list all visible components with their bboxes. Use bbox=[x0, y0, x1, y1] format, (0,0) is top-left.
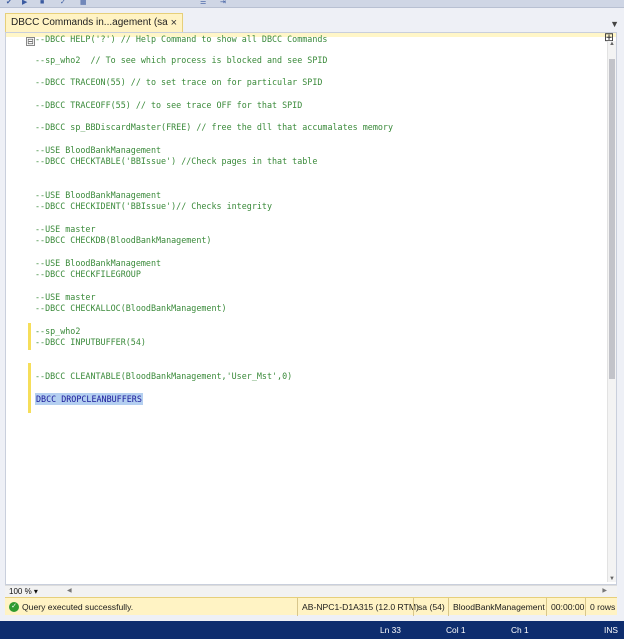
results-grid-icon[interactable]: ▦ bbox=[80, 0, 87, 6]
indent-icon[interactable]: ⇥ bbox=[220, 0, 226, 6]
change-marker bbox=[28, 323, 31, 350]
code-line[interactable]: --DBCC CLEANTABLE(BloodBankManagement,'U… bbox=[35, 370, 292, 382]
code-line[interactable]: --DBCC HELP('?') // Help Command to show… bbox=[35, 33, 327, 45]
code-line[interactable]: --DBCC CHECKFILEGROUP bbox=[35, 268, 141, 280]
execute-icon[interactable]: ▶ bbox=[22, 0, 27, 6]
code-line[interactable]: --DBCC CHECKALLOC(BloodBankManagement) bbox=[35, 302, 227, 314]
status-rows: 0 rows bbox=[585, 598, 615, 616]
status-database: BloodBankManagement bbox=[448, 598, 545, 616]
status-user: sa (54) bbox=[413, 598, 445, 616]
code-line[interactable]: --DBCC TRACEOFF(55) // to see trace OFF … bbox=[35, 99, 302, 111]
line-indicator: Ln 33 bbox=[380, 625, 401, 635]
chevron-down-icon[interactable]: ▼ bbox=[610, 19, 619, 29]
zoom-row: 100 % ▾ ◀ ▶ bbox=[5, 585, 617, 597]
code-line[interactable]: --DBCC sp_BBDiscardMaster(FREE) // free … bbox=[35, 121, 393, 133]
close-icon[interactable]: × bbox=[171, 14, 177, 32]
query-status-bar: ✓ Query executed successfully. AB-NPC1-D… bbox=[5, 597, 617, 616]
check-icon[interactable]: ✔ bbox=[6, 0, 12, 6]
selected-code-line[interactable]: DBCC DROPCLEANBUFFERS bbox=[35, 393, 143, 405]
stop-icon[interactable]: ■ bbox=[40, 0, 44, 6]
insert-mode-indicator: INS bbox=[604, 625, 618, 635]
code-line[interactable]: --sp_who2 // To see which process is blo… bbox=[35, 54, 327, 66]
code-line[interactable]: --DBCC TRACEON(55) // to set trace on fo… bbox=[35, 76, 322, 88]
toolbar-strip: ✔ ▶ ■ ✓ ▦ ☰ ⇥ bbox=[0, 0, 624, 8]
column-indicator: Col 1 bbox=[446, 625, 466, 635]
horizontal-scrollbar[interactable]: ◀ ▶ bbox=[67, 588, 607, 596]
char-indicator: Ch 1 bbox=[511, 625, 529, 635]
code-line[interactable]: --DBCC CHECKIDENT('BBIssue')// Checks in… bbox=[35, 200, 272, 212]
code-line[interactable]: --DBCC CHECKDB(BloodBankManagement) bbox=[35, 234, 211, 246]
status-server: AB-NPC1-D1A315 (12.0 RTM) bbox=[297, 598, 419, 616]
vertical-scrollbar[interactable]: ▲ ▼ bbox=[607, 41, 616, 582]
code-line[interactable]: --DBCC INPUTBUFFER(54) bbox=[35, 336, 146, 348]
success-check-icon: ✓ bbox=[9, 602, 19, 612]
status-elapsed: 00:00:00 bbox=[546, 598, 584, 616]
scroll-left-icon[interactable]: ◀ bbox=[67, 587, 72, 594]
tab-query-document[interactable]: DBCC Commands in...agement (sa (54))* × bbox=[5, 13, 183, 46]
zoom-value: 100 % bbox=[9, 587, 32, 596]
scroll-down-icon[interactable]: ▼ bbox=[609, 576, 615, 582]
scrollbar-thumb[interactable] bbox=[609, 59, 615, 379]
collapse-icon[interactable]: ⊟ bbox=[26, 37, 35, 46]
scroll-right-icon[interactable]: ▶ bbox=[602, 587, 607, 594]
status-message: Query executed successfully. bbox=[22, 602, 134, 612]
document-tab-row: DBCC Commands in...agement (sa (54))* × … bbox=[0, 8, 624, 46]
scroll-up-icon[interactable]: ▲ bbox=[609, 41, 615, 47]
code-line[interactable]: --DBCC CHECKTABLE('BBIssue') //Check pag… bbox=[35, 155, 317, 167]
parse-icon[interactable]: ✓ bbox=[60, 0, 66, 6]
comment-icon[interactable]: ☰ bbox=[200, 0, 206, 6]
change-marker bbox=[28, 363, 31, 413]
query-editor[interactable]: ⊞ ⊟ --DBCC HELP('?') // Help Command to … bbox=[5, 30, 617, 585]
chevron-down-icon: ▾ bbox=[33, 587, 38, 596]
editor-position-bar: Ln 33 Col 1 Ch 1 INS bbox=[0, 621, 624, 639]
